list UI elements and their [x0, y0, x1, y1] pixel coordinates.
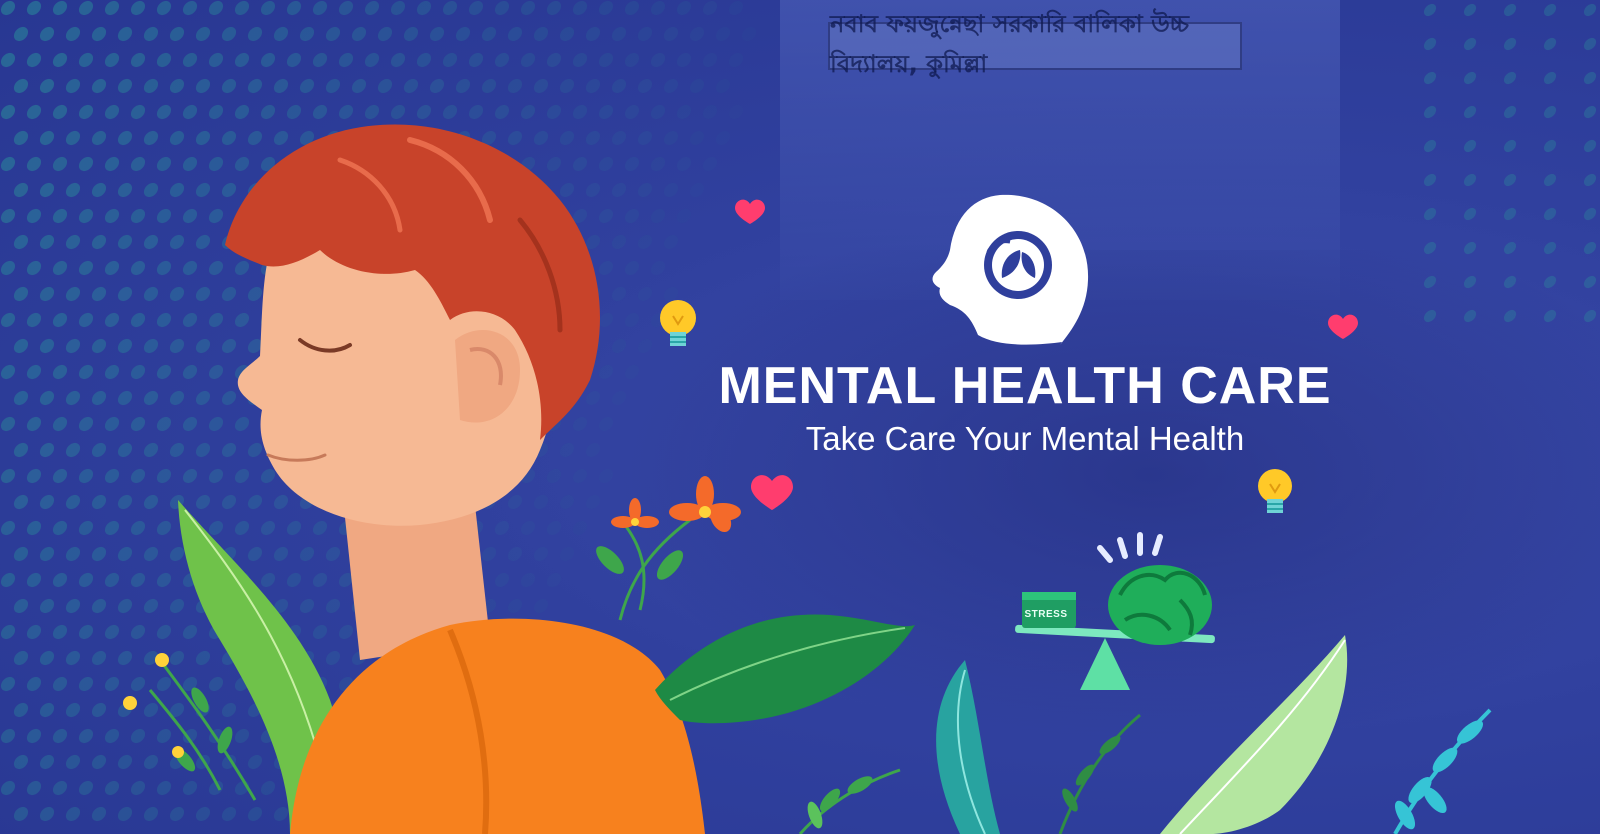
head-leaf-logo-icon [932, 194, 1089, 345]
heart-icon [1328, 314, 1358, 339]
leaf-dark-green [655, 614, 915, 724]
title-block: MENTAL HEALTH CARE Take Care Your Mental… [640, 360, 1410, 458]
leaf-teal [936, 660, 1000, 834]
flower-sprig-left [123, 653, 257, 801]
banner-subtitle: Take Care Your Mental Health [805, 420, 1245, 457]
leaf-sprig-right [1393, 708, 1492, 834]
shirt [290, 618, 705, 834]
leaf-sprig-center-right [1058, 713, 1141, 834]
leaf-sprig-center [798, 768, 901, 834]
banner-title: MENTAL HEALTH CARE [718, 357, 1332, 415]
leaf-light-green [1160, 635, 1348, 834]
lightbulb-icon [660, 300, 696, 346]
lightbulb-icon [1258, 469, 1292, 513]
heart-icon [751, 475, 793, 510]
banner: নবাব ফয়জুন্নেছা সরকারি বালিকা উচ্চ বিদ্… [0, 0, 1600, 834]
flower-orange [596, 476, 741, 621]
brain-icon [1097, 532, 1212, 645]
heart-icon [735, 199, 765, 224]
stress-label: STRESS [1024, 609, 1068, 620]
